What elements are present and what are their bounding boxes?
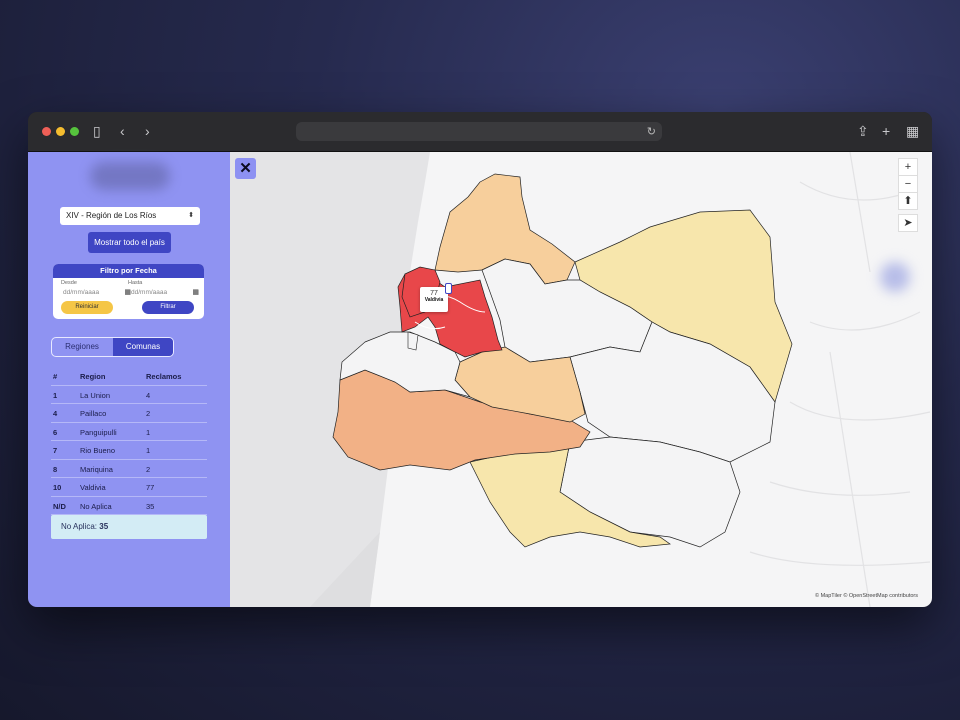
close-icon[interactable]: ✕ (235, 158, 256, 179)
from-date-placeholder: dd/mm/aaaa (63, 289, 100, 296)
row-reclamos: 2 (146, 409, 151, 418)
row-region: Paillaco (80, 409, 107, 418)
header-reclamos: Reclamos (146, 372, 182, 381)
date-filter-panel: Filtro por Fecha Desde Hasta dd/mm/aaaa … (53, 264, 204, 319)
claims-table: # Region Reclamos 1 La Union 4 4 Paillac… (51, 367, 207, 515)
row-reclamos: 1 (146, 446, 151, 455)
map-attribution[interactable]: © MapTiler © OpenStreetMap contributors (815, 593, 918, 599)
calendar-icon[interactable]: ▦ (124, 288, 131, 296)
row-region: Panguipulli (80, 427, 117, 437)
table-row[interactable]: 6 Panguipulli 1 (51, 423, 207, 441)
table-row[interactable]: 8 Mariquina 2 (51, 460, 207, 478)
row-number: 6 (53, 427, 58, 437)
back-icon[interactable]: ‹ (120, 124, 125, 138)
row-reclamos: 35 (146, 501, 155, 511)
row-reclamos: 1 (146, 427, 151, 437)
zoom-out-icon[interactable]: − (898, 175, 918, 193)
row-region: Mariquina (80, 464, 113, 474)
row-region: Valdivia (80, 483, 106, 492)
map-view[interactable]: ✕ + − ⬆ ➤ 77 Valdivia © MapTiler © OpenS… (230, 152, 932, 607)
sidebar-toggle-icon[interactable]: ▯ (93, 124, 101, 138)
filter-button[interactable]: Filtrar (142, 301, 194, 314)
calendar-icon[interactable]: ▦ (192, 288, 199, 296)
region-select-value: XIV - Región de Los Ríos (66, 211, 157, 220)
table-row[interactable]: 4 Paillaco 2 (51, 404, 207, 423)
table-row[interactable]: 1 La Union 4 (51, 386, 207, 404)
no-aplica-summary: No Aplica: 35 (51, 515, 207, 539)
row-number: 10 (53, 483, 62, 492)
zoom-window-button[interactable] (70, 127, 79, 136)
tab-overview-icon[interactable]: ▦ (906, 124, 919, 138)
browser-toolbar: ▯ ‹ › ↻ ⇪ + ▦ (28, 112, 932, 152)
header-number: # (53, 372, 58, 381)
logo (90, 162, 170, 190)
row-number: 4 (53, 409, 58, 418)
map-canvas[interactable] (230, 152, 932, 607)
row-number: N/D (53, 501, 66, 511)
forward-icon[interactable]: › (145, 124, 150, 138)
table-row[interactable]: 10 Valdivia 77 (51, 478, 207, 497)
tab-regiones[interactable]: Regiones (52, 338, 112, 356)
show-all-country-button[interactable]: Mostrar todo el país (88, 232, 171, 253)
view-tabs: Regiones Comunas (51, 337, 174, 357)
header-region: Region (80, 372, 106, 381)
zoom-in-icon[interactable]: + (898, 158, 918, 176)
reload-icon[interactable]: ↻ (647, 125, 656, 138)
region-popup: 77 Valdivia (420, 287, 448, 312)
share-icon[interactable]: ⇪ (857, 124, 869, 138)
to-date-placeholder: dd/mm/aaaa (131, 289, 168, 296)
browser-window: ▯ ‹ › ↻ ⇪ + ▦ XIV - Región de Los Ríos ⬍… (28, 112, 932, 607)
row-region: Rio Bueno (80, 446, 116, 455)
from-date-input[interactable]: dd/mm/aaaa ▦ (63, 289, 131, 296)
table-row[interactable]: N/D No Aplica 35 (51, 497, 207, 515)
locate-icon[interactable]: ➤ (898, 214, 918, 232)
row-number: 8 (53, 464, 58, 474)
row-reclamos: 2 (146, 464, 151, 474)
chevron-updown-icon: ⬍ (188, 212, 194, 219)
reset-button[interactable]: Reiniciar (61, 301, 113, 314)
tab-comunas[interactable]: Comunas (113, 338, 173, 356)
popup-value: 77 (430, 290, 438, 297)
row-number: 7 (53, 446, 58, 455)
minimize-window-button[interactable] (56, 127, 65, 136)
region-select[interactable]: XIV - Región de Los Ríos ⬍ (60, 207, 200, 225)
from-label: Desde (61, 280, 77, 286)
popup-close-button[interactable] (445, 283, 452, 294)
summary-value: 35 (99, 522, 109, 531)
island (407, 331, 419, 351)
sidebar: XIV - Región de Los Ríos ⬍ Mostrar todo … (28, 152, 230, 607)
row-number: 1 (53, 390, 58, 400)
summary-label: No Aplica: (61, 522, 98, 531)
address-bar[interactable]: ↻ (296, 122, 662, 141)
table-row[interactable]: 7 Rio Bueno 1 (51, 441, 207, 460)
popup-name: Valdivia (424, 297, 444, 303)
close-window-button[interactable] (42, 127, 51, 136)
date-filter-title: Filtro por Fecha (53, 264, 204, 278)
to-label: Hasta (128, 280, 143, 286)
compass-icon[interactable]: ⬆ (898, 192, 918, 210)
row-region: La Union (80, 390, 111, 400)
map-blur-artifact (880, 262, 910, 292)
row-reclamos: 77 (146, 483, 155, 492)
to-date-input[interactable]: dd/mm/aaaa ▦ (131, 289, 199, 296)
row-reclamos: 4 (146, 390, 151, 400)
table-header: # Region Reclamos (51, 367, 207, 386)
row-region: No Aplica (80, 501, 112, 511)
new-tab-icon[interactable]: + (882, 124, 890, 138)
